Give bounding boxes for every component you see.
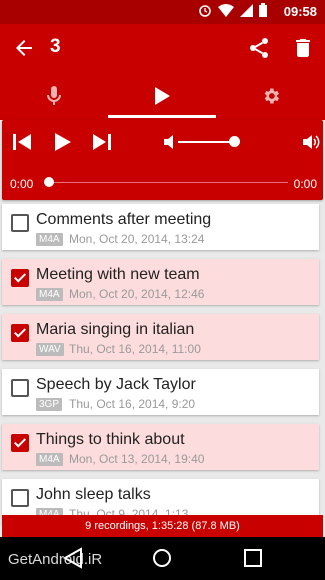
seek-bar[interactable] bbox=[48, 182, 288, 183]
nav-home-icon[interactable] bbox=[151, 547, 173, 569]
recording-date: Mon, Oct 20, 2014, 13:24 bbox=[69, 232, 205, 246]
list-item[interactable]: Comments after meeting M4A Mon, Oct 20, … bbox=[2, 204, 319, 250]
back-arrow-icon[interactable] bbox=[12, 36, 36, 60]
tab-bar bbox=[0, 72, 325, 120]
toolbar: 3 bbox=[0, 24, 325, 72]
wifi-icon bbox=[218, 3, 234, 17]
elapsed-time: 0:00 bbox=[10, 177, 34, 191]
status-icons bbox=[198, 3, 267, 17]
recording-name: Things to think about bbox=[36, 431, 185, 448]
recording-date: Thu, Oct 16, 2014, 11:00 bbox=[69, 342, 201, 356]
recording-date: Mon, Oct 20, 2014, 12:46 bbox=[69, 287, 205, 301]
recording-name: John sleep talks bbox=[36, 486, 151, 503]
volume-slider-track[interactable] bbox=[178, 141, 236, 143]
list-item[interactable]: Speech by Jack Taylor 3GP Thu, Oct 16, 2… bbox=[2, 369, 319, 415]
format-badge: WAV bbox=[36, 343, 64, 356]
recording-name: Comments after meeting bbox=[36, 211, 212, 228]
status-time: 09:58 bbox=[283, 4, 317, 19]
battery-icon bbox=[259, 3, 267, 17]
tab-play[interactable] bbox=[108, 72, 216, 120]
recording-date: Mon, Oct 13, 2014, 19:40 bbox=[69, 452, 205, 466]
volume-high-icon bbox=[303, 135, 320, 149]
checkbox[interactable] bbox=[11, 324, 29, 342]
checkbox[interactable] bbox=[11, 379, 29, 397]
format-badge: 3GP bbox=[36, 398, 63, 411]
checkbox[interactable] bbox=[11, 434, 29, 452]
skip-previous-icon[interactable] bbox=[10, 130, 34, 154]
share-icon[interactable] bbox=[247, 36, 271, 60]
checkbox[interactable] bbox=[11, 489, 29, 507]
nav-recents-icon[interactable] bbox=[243, 548, 263, 568]
selection-count: 3 bbox=[50, 36, 61, 57]
list-item[interactable]: Things to think about M4A Mon, Oct 13, 2… bbox=[2, 424, 319, 470]
play-button-icon[interactable] bbox=[50, 130, 74, 154]
format-badge: M4A bbox=[36, 233, 63, 246]
list-item[interactable]: Meeting with new team M4A Mon, Oct 20, 2… bbox=[2, 259, 319, 305]
list-item[interactable]: Maria singing in italian WAV Thu, Oct 16… bbox=[2, 314, 319, 360]
play-icon bbox=[155, 87, 170, 105]
seek-knob[interactable] bbox=[44, 177, 54, 187]
recording-name: Speech by Jack Taylor bbox=[36, 376, 196, 393]
recording-date: Thu, Oct 16, 2014, 9:20 bbox=[69, 397, 196, 411]
total-time: 0:00 bbox=[293, 177, 317, 191]
watermark-text: GetAndroid.iR bbox=[8, 551, 103, 568]
gear-icon bbox=[264, 88, 279, 104]
recording-name: Meeting with new team bbox=[36, 266, 200, 283]
volume-slider-knob[interactable] bbox=[229, 136, 240, 147]
recording-name: Maria singing in italian bbox=[36, 321, 195, 338]
recordings-summary: 9 recordings, 1:35:28 (87.8 MB) bbox=[2, 515, 323, 537]
format-badge: M4A bbox=[36, 288, 63, 301]
player-panel: 0:00 0:00 bbox=[2, 120, 323, 200]
skip-next-icon[interactable] bbox=[90, 130, 114, 154]
trash-icon[interactable] bbox=[291, 36, 315, 60]
microphone-icon bbox=[47, 86, 61, 105]
signal-icon bbox=[240, 3, 253, 17]
checkbox[interactable] bbox=[11, 269, 29, 287]
format-badge: M4A bbox=[36, 453, 63, 466]
alarm-icon bbox=[199, 5, 211, 17]
tab-settings[interactable] bbox=[216, 72, 325, 120]
status-bar: 09:58 bbox=[0, 0, 325, 24]
tab-record[interactable] bbox=[0, 72, 108, 120]
checkbox[interactable] bbox=[11, 214, 29, 232]
